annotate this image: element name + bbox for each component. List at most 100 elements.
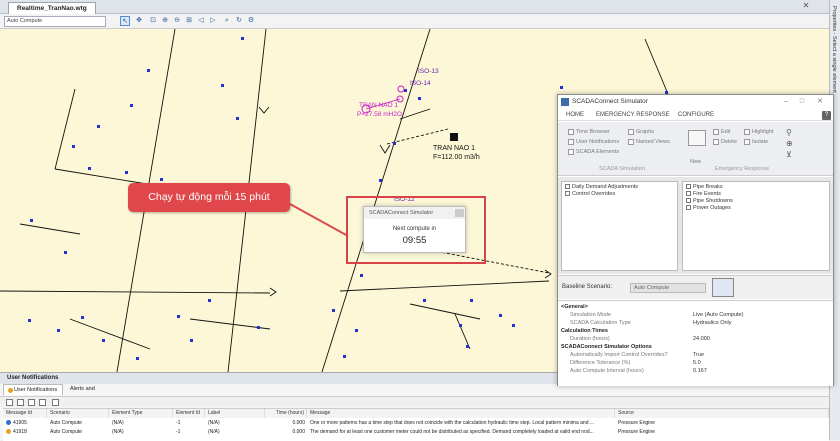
menu-home[interactable]: HOME — [566, 109, 584, 121]
scadaconnect-simulator-window[interactable]: SCADAConnect Simulator – □ ✕ HOME EMERGE… — [557, 94, 834, 386]
table-cell: -1 — [176, 429, 181, 435]
maximize-button[interactable]: □ — [796, 96, 808, 108]
help-icon[interactable]: ? — [822, 111, 831, 120]
list-item[interactable]: Pipe Shutdowns — [686, 198, 733, 205]
column-header[interactable]: Message Id — [3, 409, 47, 418]
property-row[interactable]: Auto Compute Interval (hours) 0.167 — [558, 367, 833, 375]
edit-button[interactable]: Edit — [713, 128, 730, 136]
table-cell: (N/A) — [112, 429, 124, 435]
table-row-id[interactable]: 41905 — [3, 419, 47, 427]
list-item[interactable]: Fire Events — [686, 191, 721, 198]
checkbox[interactable] — [686, 205, 691, 211]
table-cell: (N/A) — [208, 420, 220, 426]
user-notifications-button[interactable]: User Notifications — [568, 138, 619, 146]
checkbox[interactable] — [565, 184, 570, 190]
table-cell: Pressure Engine — [618, 420, 655, 426]
zoom-previous-icon[interactable]: ◁ — [196, 16, 206, 26]
close-icon[interactable]: ✕ — [800, 1, 812, 13]
minimize-button[interactable]: – — [780, 96, 792, 108]
graphs-button[interactable]: Graphs — [628, 128, 654, 136]
compute-button[interactable] — [712, 278, 734, 297]
column-header[interactable]: Scenario — [47, 409, 109, 418]
baseline-scenario-select[interactable]: Auto Compute — [630, 283, 706, 293]
property-row[interactable]: Simulation Mode Live (Auto Compute) — [558, 311, 833, 319]
reset-icon[interactable]: ↻ — [234, 16, 244, 26]
list-item[interactable]: Daily Demand Adjustments — [565, 184, 638, 191]
window-close-button[interactable]: ✕ — [814, 96, 826, 108]
section-calculation-times[interactable]: Calculation Times — [558, 327, 833, 335]
isolate-icon — [744, 138, 750, 145]
scada-elements-button[interactable]: SCADA Elements — [568, 148, 619, 156]
zoom-next-icon[interactable]: ▷ — [208, 16, 218, 26]
zoom-extents-icon[interactable]: ⊞ — [184, 16, 194, 26]
query-icon[interactable]: ⌕ — [222, 16, 232, 26]
section-general[interactable]: <General> — [558, 303, 833, 311]
table-cell: 0.000 — [292, 420, 305, 426]
tab-label: User Notifications — [14, 387, 58, 393]
tab-alerts-and-alarms[interactable]: Alerts and Alarms — [66, 384, 116, 403]
tab-user-notifications[interactable]: User Notifications — [3, 384, 63, 395]
checkbox[interactable] — [686, 191, 691, 197]
scada-icon — [568, 148, 574, 155]
zoom-out-icon[interactable]: ⊖ — [172, 16, 182, 26]
checkbox[interactable] — [686, 184, 691, 190]
property-row[interactable]: SCADA Calculation Type Hydraulics Only — [558, 319, 833, 327]
info-icon — [6, 420, 11, 426]
zoom-icon[interactable]: ⊕ — [786, 139, 793, 148]
menu-configure[interactable]: CONFIGURE — [678, 109, 714, 121]
zoom-in-icon[interactable]: ⊕ — [160, 16, 170, 26]
property-row[interactable]: Difference Tolerance (%) 5.0 — [558, 359, 833, 367]
simulator-ribbon: Time Browser User Notifications SCADA El… — [558, 122, 833, 176]
list-item[interactable]: Power Outages — [686, 205, 731, 212]
select-icon[interactable]: ↖ — [120, 16, 130, 26]
menu-emergency-response[interactable]: EMERGENCY RESPONSE — [596, 109, 670, 121]
delete-button[interactable]: Delete — [713, 138, 737, 146]
zoom-to-icon[interactable] — [39, 399, 46, 406]
isolate-button[interactable]: Isolate — [744, 138, 768, 146]
new-label: New — [690, 159, 702, 165]
filter-icon[interactable]: ⊻ — [786, 150, 792, 159]
checkbox[interactable] — [686, 198, 691, 204]
next-compute-label: Next compute in — [392, 226, 437, 232]
list-item[interactable]: Pipe Breaks — [686, 184, 723, 191]
scenario-select[interactable]: Auto Compute — [4, 16, 106, 27]
view-icon — [628, 138, 634, 145]
highlight-button[interactable]: Highlight — [744, 128, 773, 136]
column-header[interactable]: Element Id — [173, 409, 205, 418]
copy-icon[interactable] — [28, 399, 35, 406]
binoculars-icon[interactable]: ⚲ — [786, 128, 792, 137]
document-tab[interactable]: Realtime_TranNao.wtg — [8, 2, 96, 14]
table-cell: Auto Compute — [50, 420, 82, 426]
edit-icon — [713, 128, 719, 135]
clock-icon — [568, 128, 574, 135]
column-header[interactable]: Element Type — [109, 409, 173, 418]
column-header[interactable]: Message — [307, 409, 615, 418]
checkbox[interactable] — [565, 191, 570, 197]
save-icon[interactable] — [17, 399, 24, 406]
pan-icon[interactable]: ✥ — [134, 16, 144, 26]
section-simulator-options[interactable]: SCADAConnect Simulator Options — [558, 343, 833, 351]
property-row[interactable]: Duration (hours) 24.000 — [558, 335, 833, 343]
delete-icon — [713, 138, 719, 145]
countdown-time: 09:55 — [402, 235, 427, 246]
table-cell: -1 — [176, 420, 181, 426]
popup-title: SCADAConnect Simulator — [364, 207, 465, 219]
list-item[interactable]: Control Overrides — [565, 191, 615, 198]
table-row-id[interactable]: 41918 — [3, 428, 47, 436]
properties-grid: <General> Simulation Mode Live (Auto Comp… — [558, 300, 833, 386]
time-browser-button[interactable]: Time Browser — [568, 128, 610, 136]
column-header[interactable]: Time (hours) — [265, 409, 307, 418]
settings-icon[interactable]: ⚙ — [246, 16, 256, 26]
new-event-button[interactable] — [688, 130, 706, 146]
countdown-popup[interactable]: SCADAConnect Simulator Next compute in 0… — [363, 206, 466, 253]
export-icon[interactable] — [6, 399, 13, 406]
popup-close-button[interactable] — [455, 209, 464, 217]
column-header[interactable]: Label — [205, 409, 265, 418]
property-row[interactable]: Automatically Import Control Overrides? T… — [558, 351, 833, 359]
notification-icon — [568, 138, 574, 145]
zoom-window-icon[interactable]: ⊡ — [148, 16, 158, 26]
table-cell: The demand for at least one customer met… — [310, 429, 594, 435]
filter-icon[interactable] — [52, 399, 59, 406]
named-views-button[interactable]: Named Views — [628, 138, 670, 146]
column-header[interactable]: Source — [615, 409, 829, 418]
